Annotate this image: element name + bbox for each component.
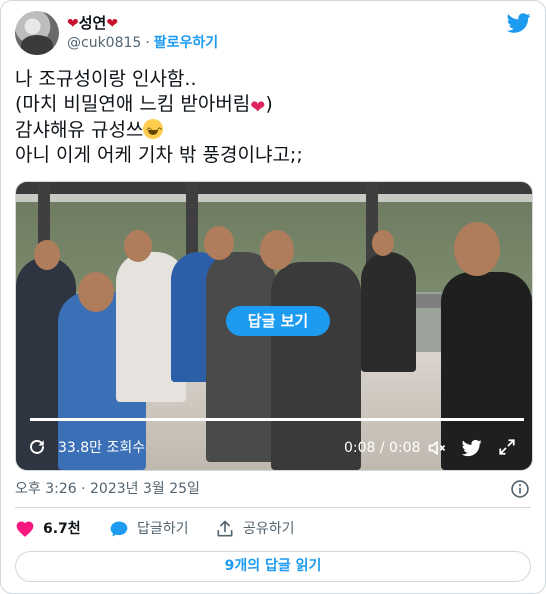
tweet-line-4: 아니 이게 어케 기차 밖 풍경이냐고;; [15, 144, 303, 166]
reply-button[interactable]: 답글하기 [109, 517, 209, 541]
tweet-line-1: 나 조규성이랑 인사함.. [15, 68, 197, 90]
display-name-text: 성연 [78, 14, 107, 32]
separator-dot: · [145, 35, 150, 51]
twitter-bird-icon[interactable] [507, 11, 531, 35]
heart-emoji-icon: ❤ [250, 97, 266, 118]
tweet-line-2-end: ) [265, 93, 273, 115]
view-count: 33.8만 조회수 [58, 440, 146, 456]
like-count: 6.7천 [43, 521, 81, 537]
display-name[interactable]: ❤성연❤ [67, 13, 118, 34]
tweet-line-2: (마치 비밀연애 느킴 받아버림 [15, 93, 251, 115]
heart-icon: ❤ [67, 16, 79, 32]
heart-icon: ❤ [106, 16, 119, 32]
divider [15, 507, 531, 508]
share-button[interactable]: 공유하기 [215, 517, 315, 541]
handle[interactable]: @cuk0815 [67, 35, 141, 51]
follow-button[interactable]: 팔로우하기 [154, 35, 218, 51]
info-icon[interactable] [510, 479, 530, 499]
heart-icon [16, 521, 34, 537]
reply-bubble-icon [110, 521, 128, 537]
reply-label: 답글하기 [137, 521, 189, 537]
tweet-card: ❤성연❤ @cuk0815 · 팔로우하기 나 조규성이랑 인사함.. (마치 비밀… [0, 0, 546, 594]
fullscreen-icon[interactable] [498, 438, 516, 456]
like-button[interactable]: 6.7천 [15, 517, 95, 541]
video-controls: 33.8만 조회수 0:08 / 0:08 [16, 426, 532, 470]
author-meta: @cuk0815 · 팔로우하기 [67, 34, 218, 52]
avatar[interactable] [15, 11, 59, 55]
laughing-emoji-icon [143, 119, 164, 145]
share-icon [217, 520, 233, 537]
video-time: 0:08 / 0:08 [344, 440, 421, 456]
volume-muted-icon[interactable] [427, 438, 447, 458]
share-label: 공유하기 [243, 521, 295, 537]
read-replies-button[interactable]: 9개의 답글 읽기 [15, 551, 531, 582]
tweet-timestamp[interactable]: 오후 3:26 · 2023년 3월 25일 [15, 479, 200, 499]
tweet-line-3: 감샤해유 규성쓰 [15, 119, 144, 141]
tweet-actions: 6.7천 답글하기 공유하기 [15, 517, 531, 541]
tweet-text: 나 조규성이랑 인사함.. (마치 비밀연애 느킴 받아버림❤) 감샤해유 규성… [15, 67, 531, 168]
tweet-header: ❤성연❤ @cuk0815 · 팔로우하기 [15, 11, 531, 55]
view-replies-button[interactable]: 답글 보기 [226, 306, 330, 336]
replay-icon[interactable] [28, 438, 46, 456]
video-progress-bar[interactable] [30, 418, 524, 421]
twitter-bird-icon[interactable] [462, 438, 482, 458]
video-player[interactable]: 답글 보기 33.8만 조회수 0:08 / 0:08 [15, 181, 533, 471]
